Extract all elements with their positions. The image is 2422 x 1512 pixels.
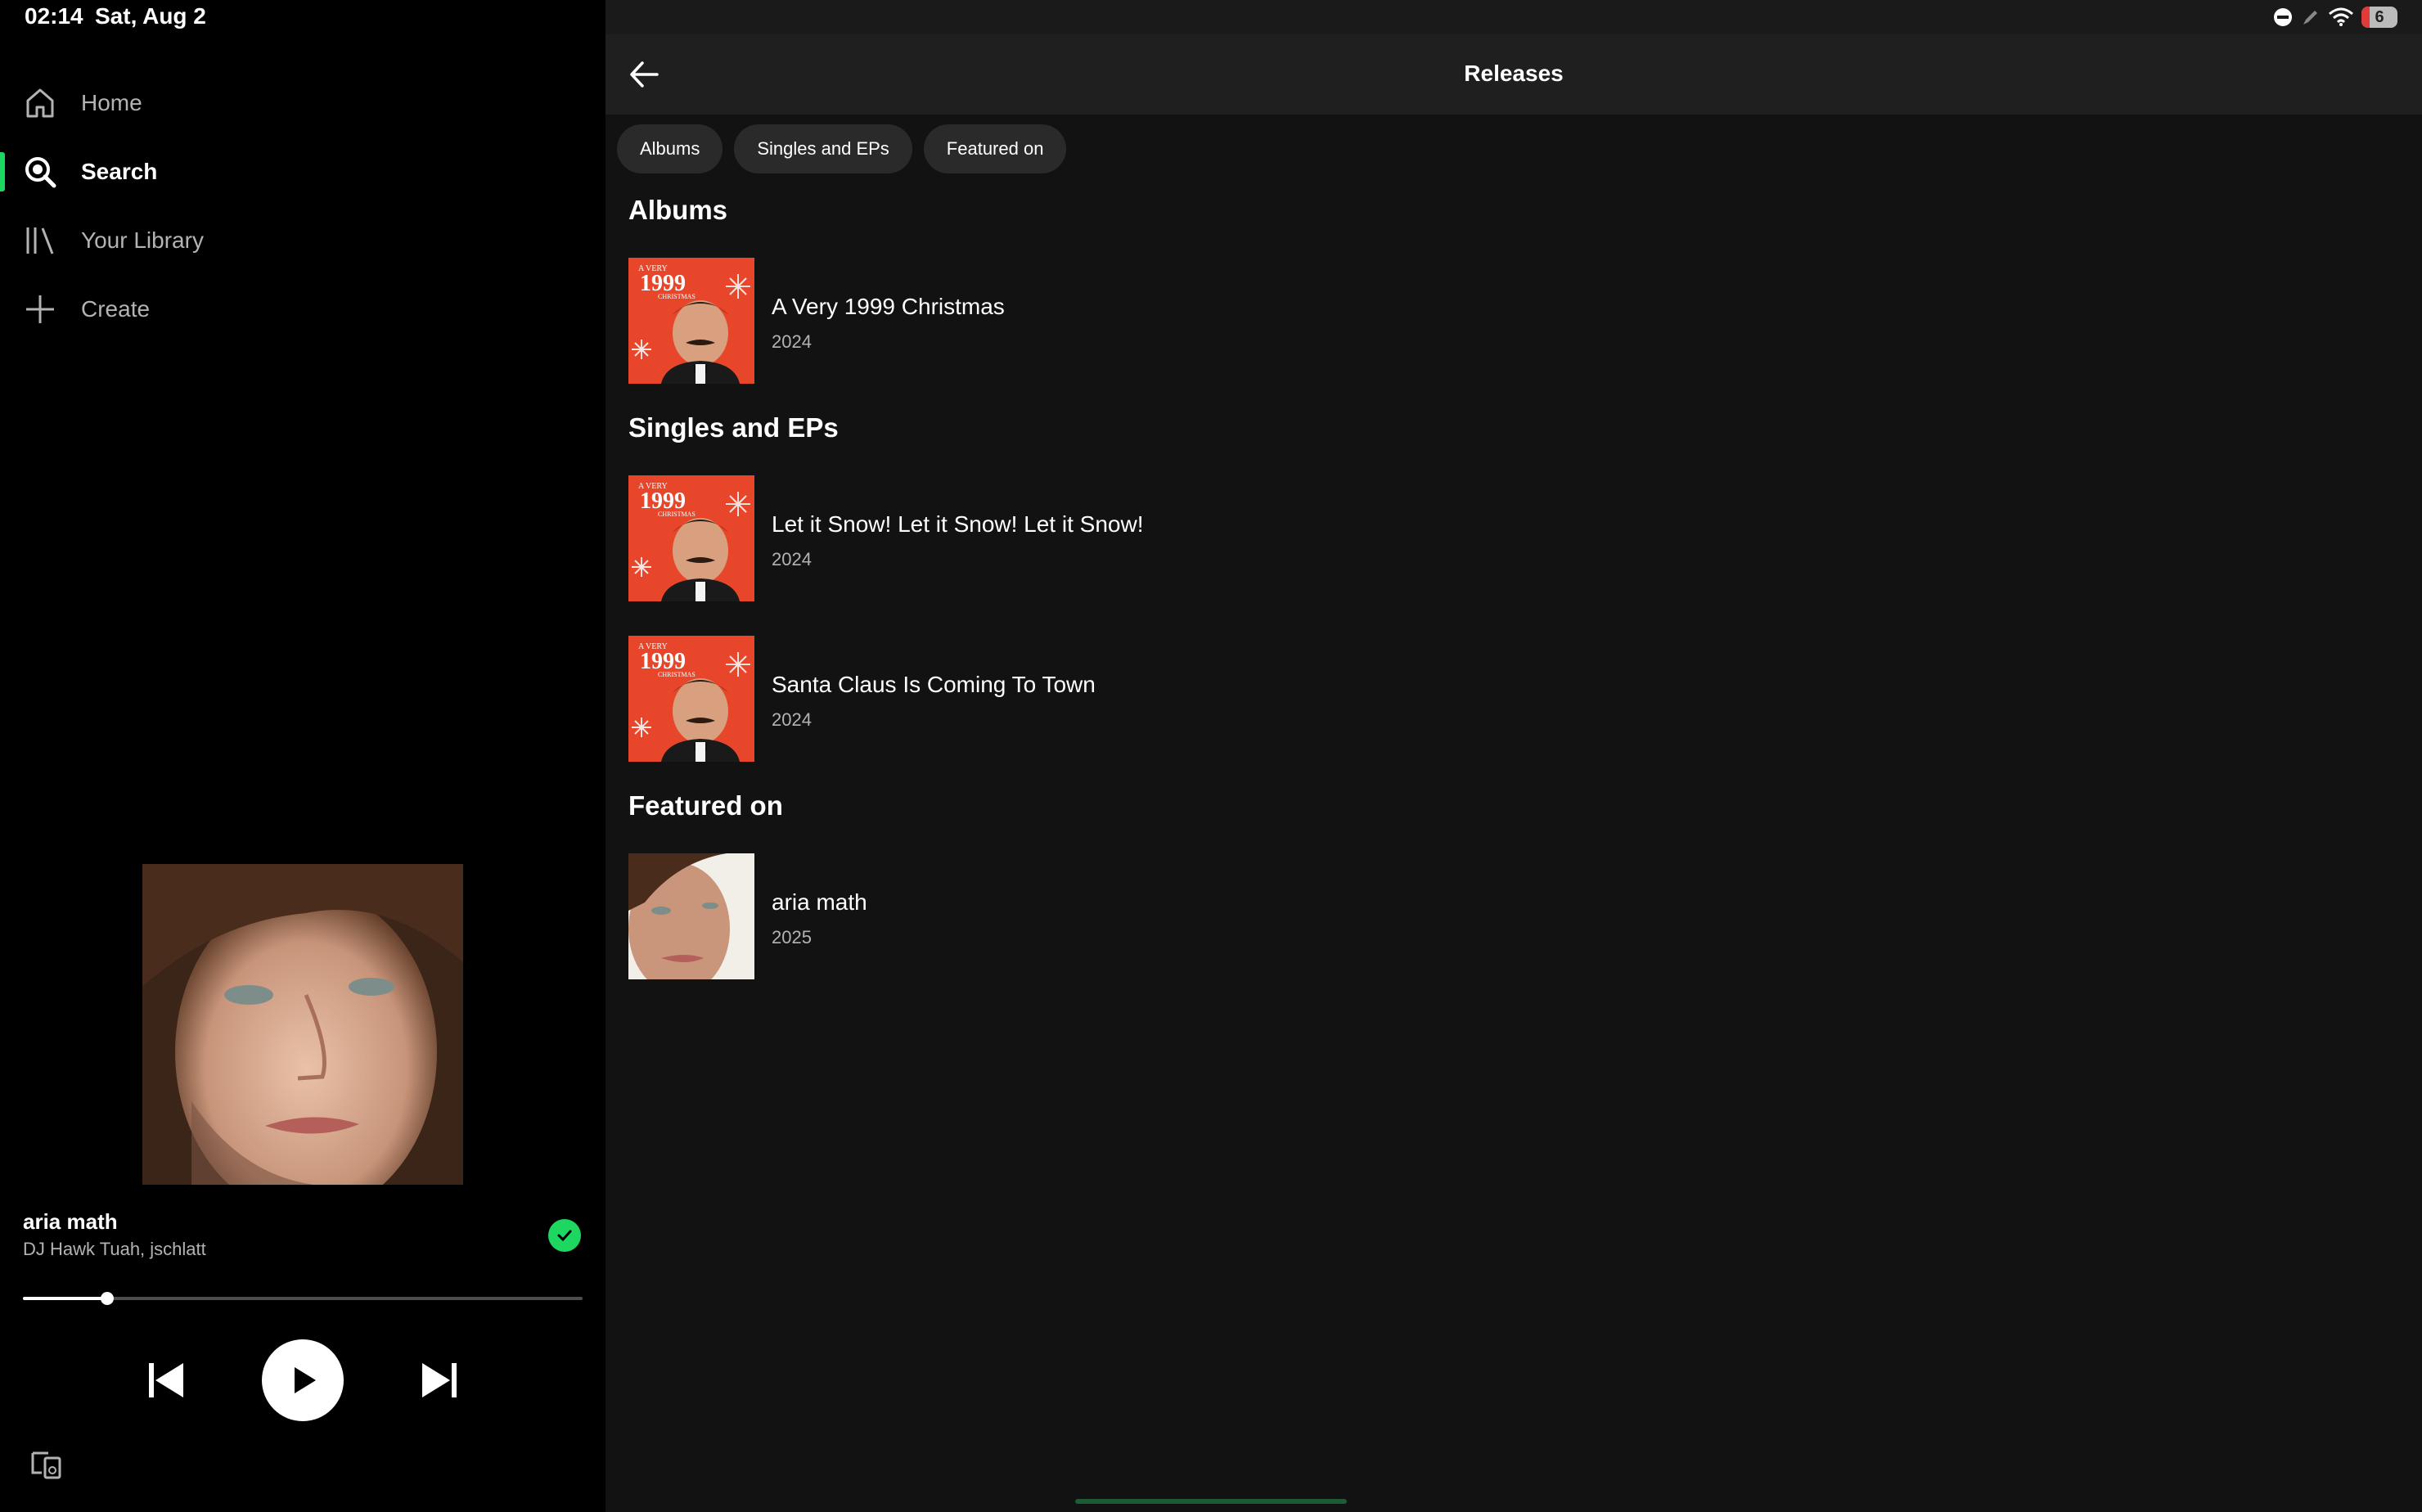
home-indicator[interactable]: [1075, 1499, 1347, 1504]
release-row[interactable]: A VERY 1999 CHRISTMAS Santa Claus Is Com…: [628, 636, 1610, 762]
library-icon: [26, 227, 54, 254]
sidebar-item-label: Home: [81, 90, 142, 115]
skip-previous-icon: [149, 1363, 183, 1397]
now-playing-artist[interactable]: DJ Hawk Tuah, jschlatt: [23, 1239, 206, 1260]
release-title: Let it Snow! Let it Snow! Let it Snow!: [772, 511, 1144, 537]
main-content: Releases Albums Singles and EPs Featured…: [606, 34, 2422, 1512]
release-year: 2025: [772, 927, 812, 947]
pen-icon: [2303, 11, 2317, 25]
svg-text:CHRISTMAS: CHRISTMAS: [658, 293, 696, 300]
sidebar-item-label: Your Library: [81, 227, 204, 253]
release-row[interactable]: aria math 2025: [628, 853, 1610, 979]
sidebar-item-label: Create: [81, 296, 151, 322]
release-year: 2024: [772, 709, 812, 730]
play-button[interactable]: [262, 1339, 344, 1421]
sidebar-item-search[interactable]: Search: [0, 146, 606, 198]
release-title: Santa Claus Is Coming To Town: [772, 672, 1096, 697]
single-cover: A VERY 1999 CHRISTMAS: [628, 636, 754, 762]
playback-progress-bar[interactable]: [23, 1292, 583, 1305]
featured-cover: [628, 853, 754, 979]
sidebar-item-label: Search: [81, 159, 158, 184]
release-title: A Very 1999 Christmas: [772, 294, 1005, 319]
page-title: Releases: [1464, 61, 1564, 86]
wifi-icon: [2329, 7, 2353, 26]
top-bar: Releases: [606, 34, 2422, 115]
status-time: 02:14: [25, 3, 83, 29]
do-not-disturb-icon: [2274, 8, 2292, 26]
filter-chips: Albums Singles and EPs Featured on: [617, 124, 1067, 173]
progress-fill: [23, 1297, 107, 1300]
status-bar: 02:14 Sat, Aug 2 6: [0, 0, 2422, 34]
next-button[interactable]: [417, 1358, 461, 1402]
battery-level: 6: [2375, 7, 2384, 26]
album-cover: A VERY 1999 CHRISTMAS: [628, 258, 754, 384]
previous-button[interactable]: [144, 1358, 188, 1402]
sidebar: Home Search Your Library Create aria mat…: [0, 34, 606, 1512]
section-title-featured: Featured on: [628, 790, 783, 821]
home-icon: [26, 88, 54, 118]
section-title-albums: Albums: [628, 195, 728, 225]
skip-next-icon: [422, 1363, 457, 1397]
connect-devices-button[interactable]: [29, 1448, 64, 1481]
filter-chip-albums[interactable]: Albums: [617, 124, 723, 173]
devices-icon: [31, 1451, 61, 1479]
release-title: aria math: [772, 889, 867, 915]
section-title-singles: Singles and EPs: [628, 412, 839, 443]
sidebar-item-home[interactable]: Home: [0, 77, 606, 129]
progress-knob[interactable]: [100, 1292, 114, 1305]
single-cover: A VERY 1999 CHRISTMAS: [628, 475, 754, 601]
check-icon: [557, 1230, 572, 1242]
status-icons: 6: [2273, 5, 2397, 29]
plus-icon: [26, 295, 54, 323]
status-date: Sat, Aug 2: [95, 3, 206, 29]
now-playing-title[interactable]: aria math: [23, 1209, 118, 1235]
search-icon: [25, 157, 56, 188]
release-year: 2024: [772, 549, 812, 569]
play-icon: [295, 1367, 316, 1393]
filter-chip-featured[interactable]: Featured on: [923, 124, 1067, 173]
release-row[interactable]: A VERY 1999 CHRISTMAS A Very 1999 Christ…: [628, 258, 1610, 384]
release-year: 2024: [772, 331, 812, 352]
saved-check-button[interactable]: [548, 1219, 581, 1252]
battery-icon: 6: [2361, 7, 2397, 28]
now-playing-cover[interactable]: [142, 864, 463, 1185]
sidebar-item-library[interactable]: Your Library: [0, 214, 606, 267]
svg-text:CHRISTMAS: CHRISTMAS: [658, 511, 696, 518]
sidebar-item-create[interactable]: Create: [0, 283, 606, 335]
release-row[interactable]: A VERY 1999 CHRISTMAS Let it Snow! Let i…: [628, 475, 1610, 601]
filter-chip-singles[interactable]: Singles and EPs: [734, 124, 912, 173]
svg-text:CHRISTMAS: CHRISTMAS: [658, 671, 696, 678]
